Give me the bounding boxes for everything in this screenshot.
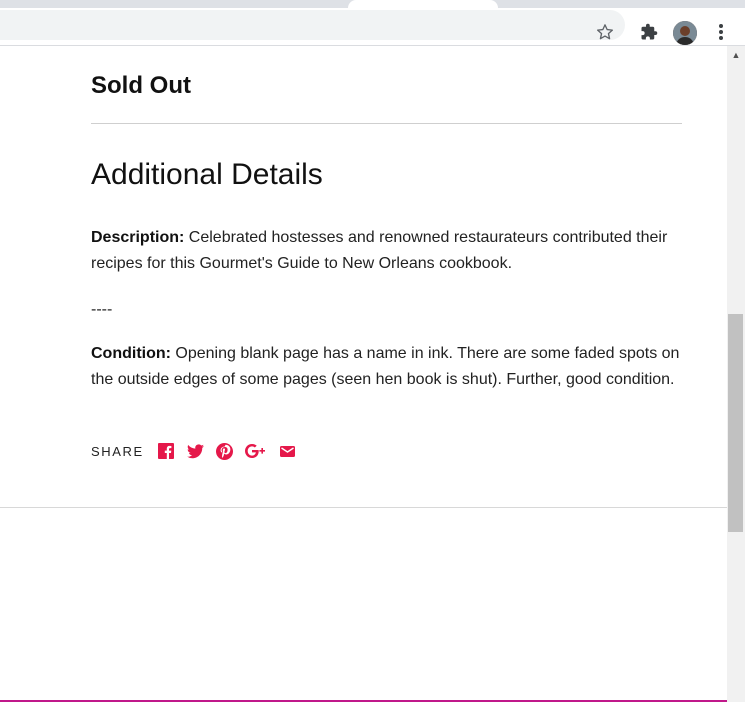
address-bar[interactable]: [0, 10, 625, 40]
share-label: SHARE: [91, 443, 144, 459]
description-label: Description:: [91, 229, 185, 246]
browser-toolbar: [0, 8, 745, 45]
twitter-icon[interactable]: [186, 443, 204, 460]
star-icon[interactable]: [594, 21, 616, 43]
details-heading: Additional Details: [91, 158, 323, 191]
scroll-thumb[interactable]: [728, 314, 743, 532]
vertical-scrollbar[interactable]: ▲: [727, 46, 745, 702]
footer-divider: [0, 507, 727, 508]
kebab-menu-icon[interactable]: [710, 21, 732, 43]
toolbar-divider: [0, 45, 745, 46]
pinterest-icon[interactable]: [215, 442, 233, 460]
separator-text: ----: [91, 301, 113, 318]
share-bar: SHARE: [91, 441, 308, 461]
availability-status: Sold Out: [91, 72, 191, 99]
google-plus-icon[interactable]: [244, 443, 267, 460]
description-paragraph: Description: Celebrated hostesses and re…: [91, 225, 683, 277]
puzzle-extension-icon[interactable]: [638, 21, 660, 43]
scroll-up-arrow-icon[interactable]: ▲: [727, 48, 745, 62]
facebook-icon[interactable]: [158, 443, 175, 460]
tab-strip: [0, 0, 745, 8]
profile-avatar[interactable]: [673, 21, 697, 45]
email-icon[interactable]: [279, 443, 296, 460]
condition-label: Condition:: [91, 345, 171, 362]
condition-text: Opening blank page has a name in ink. Th…: [91, 345, 680, 388]
condition-paragraph: Condition: Opening blank page has a name…: [91, 341, 683, 393]
active-tab[interactable]: [348, 0, 498, 8]
section-divider: [91, 123, 682, 124]
